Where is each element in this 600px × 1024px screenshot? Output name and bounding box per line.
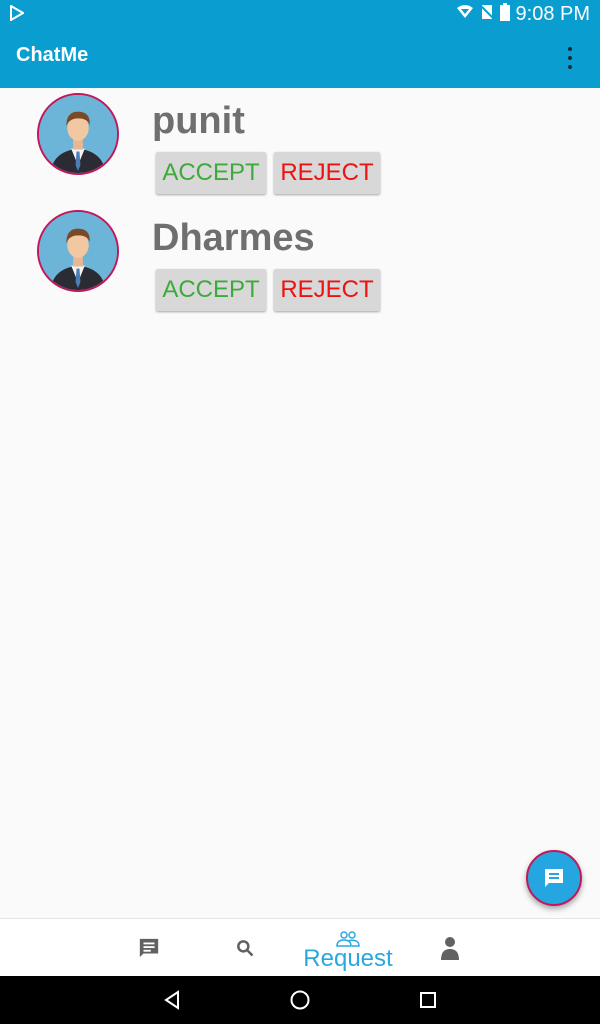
reject-button[interactable]: REJECT	[274, 152, 380, 194]
status-time: 9:08 PM	[515, 2, 590, 25]
bottom-navigation: Request	[0, 918, 600, 977]
app-title: ChatMe	[16, 44, 89, 66]
search-icon	[237, 940, 254, 957]
avatar	[37, 93, 119, 175]
home-icon[interactable]	[288, 988, 312, 1012]
status-icons: 9:08 PM	[456, 2, 590, 26]
status-bar: 9:08 PM	[0, 0, 600, 28]
person-avatar-icon	[39, 95, 117, 173]
wifi-icon	[456, 4, 474, 24]
nav-profile[interactable]	[436, 919, 464, 977]
request-row: punit ACCEPT REJECT	[0, 88, 600, 205]
message-icon	[545, 869, 563, 887]
chat-icon	[139, 938, 159, 958]
avatar	[37, 210, 119, 292]
accept-button[interactable]: ACCEPT	[156, 152, 266, 194]
requester-name: punit	[152, 100, 245, 142]
request-list: punit ACCEPT REJECT Dharmes ACCEPT REJEC…	[0, 88, 600, 322]
battery-icon	[499, 2, 510, 26]
app-bar: ChatMe	[0, 28, 600, 88]
nav-chats[interactable]	[134, 919, 164, 977]
more-vert-icon[interactable]	[560, 47, 580, 69]
person-avatar-icon	[39, 212, 117, 290]
accept-button[interactable]: ACCEPT	[156, 269, 266, 311]
back-icon[interactable]	[160, 988, 184, 1012]
reject-button[interactable]: REJECT	[274, 269, 380, 311]
nav-request-label: Request	[303, 945, 393, 972]
request-row: Dharmes ACCEPT REJECT	[0, 205, 600, 322]
recents-icon[interactable]	[416, 988, 440, 1012]
nav-search[interactable]	[232, 919, 258, 977]
no-sim-icon	[478, 3, 495, 25]
play-store-icon	[10, 4, 25, 26]
system-navigation-bar	[0, 976, 600, 1024]
requester-name: Dharmes	[152, 217, 315, 259]
person-icon	[441, 937, 459, 960]
nav-request[interactable]: Request	[298, 919, 398, 977]
new-message-fab[interactable]	[526, 850, 582, 906]
